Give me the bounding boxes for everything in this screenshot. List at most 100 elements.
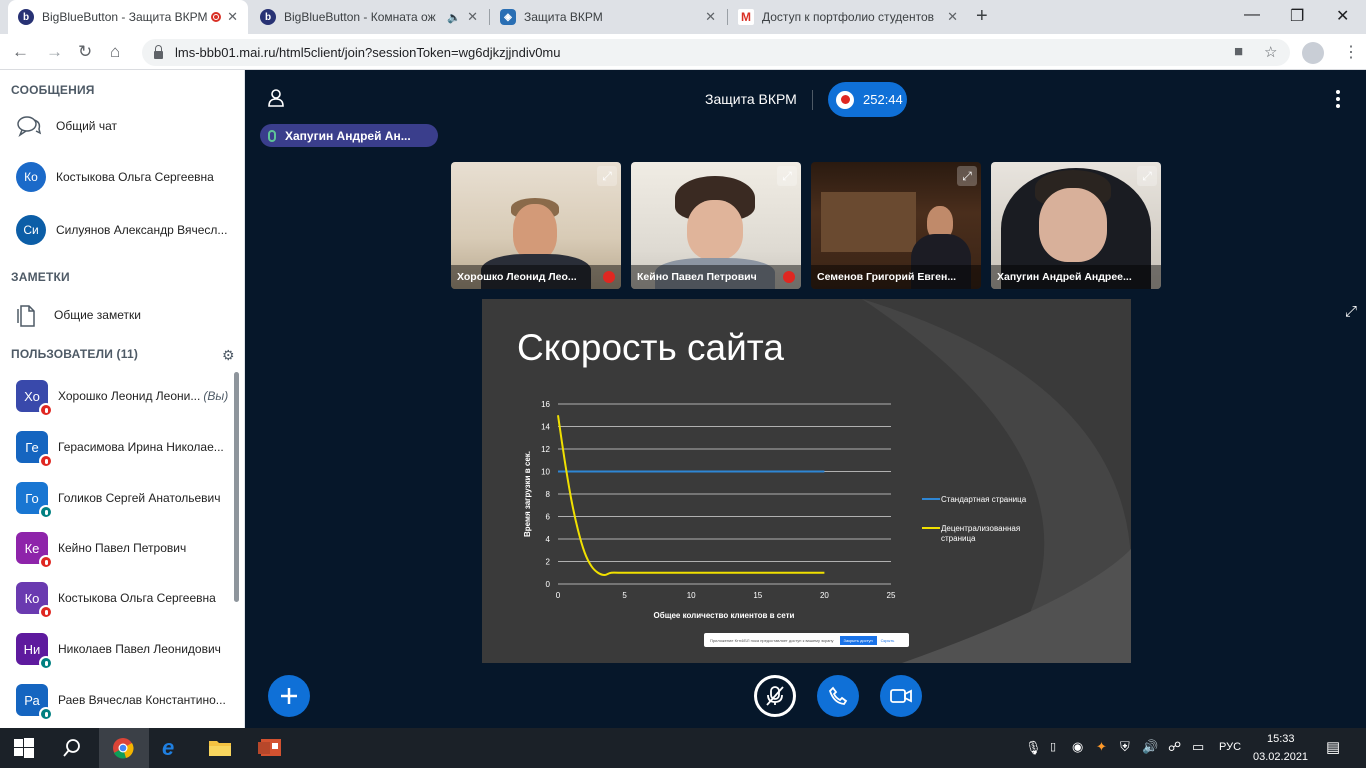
series-line (557, 415, 825, 577)
speaker-icon[interactable]: 🔈 (447, 11, 461, 24)
restore-window-icon[interactable]: ❐ (1290, 6, 1304, 26)
user-list-item[interactable]: Ни Николаев Павел Леонидович (16, 633, 238, 670)
recording-timer: 252:44 (863, 92, 903, 107)
browser-tab[interactable]: M Доступ к портфолио студентов ✕ (728, 0, 968, 34)
video-participant-name: Кейно Павел Петрович (637, 271, 757, 283)
browser-tab[interactable]: ◈ Защита ВКРМ ✕ (490, 0, 726, 34)
user-list-toggle-icon[interactable] (268, 89, 284, 107)
y-tick-label: 8 (546, 490, 551, 499)
close-tab-icon[interactable]: ✕ (705, 9, 716, 25)
unmute-button[interactable] (754, 675, 796, 717)
volume-tray-icon[interactable]: 🔊 (1142, 739, 1158, 755)
muted-mic-icon (39, 454, 53, 468)
x-tick-label: 15 (753, 591, 762, 600)
clock-date[interactable]: 03.02.2021 (1253, 751, 1308, 763)
bookmark-star-icon[interactable]: ☆ (1264, 43, 1277, 61)
close-window-icon[interactable]: ✕ (1336, 6, 1349, 26)
legend-label: Стандартная страница (941, 495, 1027, 504)
presentation-slide[interactable]: 0 2 4 6 8 10 12 14 16 0 5 10 15 20 25 Общее количеств… (482, 299, 1131, 663)
fullscreen-icon[interactable]: ⤢ (957, 166, 977, 186)
participant-video (513, 204, 557, 260)
video-tile[interactable]: ⤢ Кейно Павел Петрович (631, 162, 801, 289)
muted-mic-icon (603, 271, 615, 283)
fullscreen-icon[interactable]: ⤢ (777, 166, 797, 186)
input-language[interactable]: РУС (1219, 741, 1241, 753)
home-icon[interactable]: ⌂ (110, 42, 120, 62)
windows-start-icon[interactable] (14, 738, 34, 758)
tab-title: Защита ВКРМ (524, 10, 603, 24)
avast-tray-icon[interactable]: ✦ (1096, 739, 1107, 755)
new-tab-icon[interactable]: + (976, 5, 988, 28)
leave-audio-button[interactable] (817, 675, 859, 717)
user-list-item[interactable]: Ке Кейно Павел Петрович (16, 532, 238, 569)
forward-arrow-icon[interactable]: → (46, 42, 63, 62)
public-chat-item[interactable]: Общий чат (16, 115, 238, 137)
hide-notice-link[interactable]: Скрыть (881, 638, 895, 643)
user-name: Кейно Павел Петрович (58, 541, 187, 555)
back-arrow-icon[interactable]: ← (12, 42, 29, 62)
clock-time[interactable]: 15:33 (1267, 733, 1295, 745)
user-list-scrollbar[interactable] (234, 372, 239, 602)
close-tab-icon[interactable]: ✕ (227, 9, 238, 25)
mic-muted-icon (766, 686, 784, 706)
profile-avatar[interactable] (1302, 42, 1324, 64)
url-text: lms-bbb01.mai.ru/html5client/join?sessio… (175, 45, 561, 60)
user-avatar: Ко (16, 582, 53, 619)
private-chat-item[interactable]: Си Силуянов Александр Вячесл... (16, 215, 238, 245)
avatar-initials: Ко (24, 590, 40, 606)
user-list-item[interactable]: Ра Раев Вячеслав Константино... (16, 684, 238, 721)
browser-tab-active[interactable]: b BigBlueButton - Защита ВКРМ ✕ (8, 0, 248, 34)
battery-tray-icon[interactable]: ▭ (1192, 739, 1204, 755)
search-icon[interactable] (62, 738, 82, 758)
actions-button[interactable] (268, 675, 310, 717)
y-tick-label: 6 (546, 513, 551, 522)
close-tab-icon[interactable]: ✕ (467, 9, 478, 25)
meeting-title: Защита ВКРМ (705, 91, 797, 107)
shared-notes-item[interactable]: Общие заметки (16, 302, 238, 328)
user-avatar: Ни (16, 633, 53, 670)
header-divider (812, 90, 813, 110)
file-explorer-icon[interactable] (208, 738, 232, 758)
video-tile[interactable]: ⤢ Хорошко Леонид Лео... (451, 162, 621, 289)
mic-icon (39, 656, 53, 670)
lock-icon[interactable] (154, 44, 163, 59)
user-list-item[interactable]: Хо Хорошко Леонид Леони... (Вы) (16, 380, 238, 417)
legend-label-line: страница (941, 534, 976, 543)
presentation-fullscreen-icon[interactable]: ⤢ (1345, 303, 1357, 320)
network-globe-tray-icon[interactable]: ◉ (1072, 739, 1083, 755)
options-menu-icon[interactable] (1333, 90, 1343, 110)
private-chat-item[interactable]: Ко Костыкова Ольга Сергеевна (16, 162, 238, 192)
reload-icon[interactable]: ↻ (78, 42, 92, 62)
fullscreen-icon[interactable]: ⤢ (1137, 166, 1157, 186)
video-tile[interactable]: ⤢ Хапугин Андрей Андрее... (991, 162, 1161, 289)
camera-in-use-icon[interactable]: ■ (1234, 43, 1243, 60)
fullscreen-icon[interactable]: ⤢ (597, 166, 617, 186)
notifications-icon[interactable]: ▤ (1326, 738, 1340, 756)
user-list-item[interactable]: Ко Костыкова Ольга Сергеевна (16, 582, 238, 619)
wifi-tray-icon[interactable]: ☍ (1168, 739, 1181, 755)
minimize-window-icon[interactable]: — (1244, 6, 1260, 24)
messages-header: СООБЩЕНИЯ (11, 83, 95, 97)
browser-menu-icon[interactable]: ⋮ (1343, 42, 1359, 62)
recording-button[interactable]: 252:44 (828, 82, 907, 117)
camera-button[interactable] (880, 675, 922, 717)
talking-indicator[interactable]: Хапугин Андрей Ан... (260, 124, 438, 147)
usb-tray-icon[interactable]: ▯ (1050, 740, 1056, 753)
user-avatar: Ге (16, 431, 53, 468)
browser-tab[interactable]: b BigBlueButton - Комната ож 🔈 ✕ (250, 0, 488, 34)
slide-title: Скорость сайта (517, 327, 784, 368)
user-list-item[interactable]: Ге Герасимова Ирина Николае... (16, 431, 238, 468)
address-bar[interactable]: lms-bbb01.mai.ru/html5client/join?sessio… (142, 39, 1290, 66)
gear-icon[interactable]: ⚙ (222, 347, 235, 364)
powerpoint-icon[interactable] (258, 738, 282, 758)
stop-sharing-button[interactable]: Закрыть доступ (839, 635, 877, 645)
chrome-icon[interactable] (112, 737, 134, 759)
security-shield-tray-icon[interactable]: ⛨ (1120, 739, 1130, 755)
user-name: Герасимова Ирина Николае... (58, 440, 224, 454)
user-list-item[interactable]: Го Голиков Сергей Анатольевич (16, 482, 238, 519)
user-name-text: Хорошко Леонид Леони... (58, 389, 201, 403)
microphone-tray-icon[interactable]: 🎙 (1025, 740, 1042, 756)
video-tile[interactable]: ⤢ Семенов Григорий Евген... (811, 162, 981, 289)
close-tab-icon[interactable]: ✕ (947, 9, 958, 25)
internet-explorer-icon[interactable]: e (162, 735, 174, 761)
